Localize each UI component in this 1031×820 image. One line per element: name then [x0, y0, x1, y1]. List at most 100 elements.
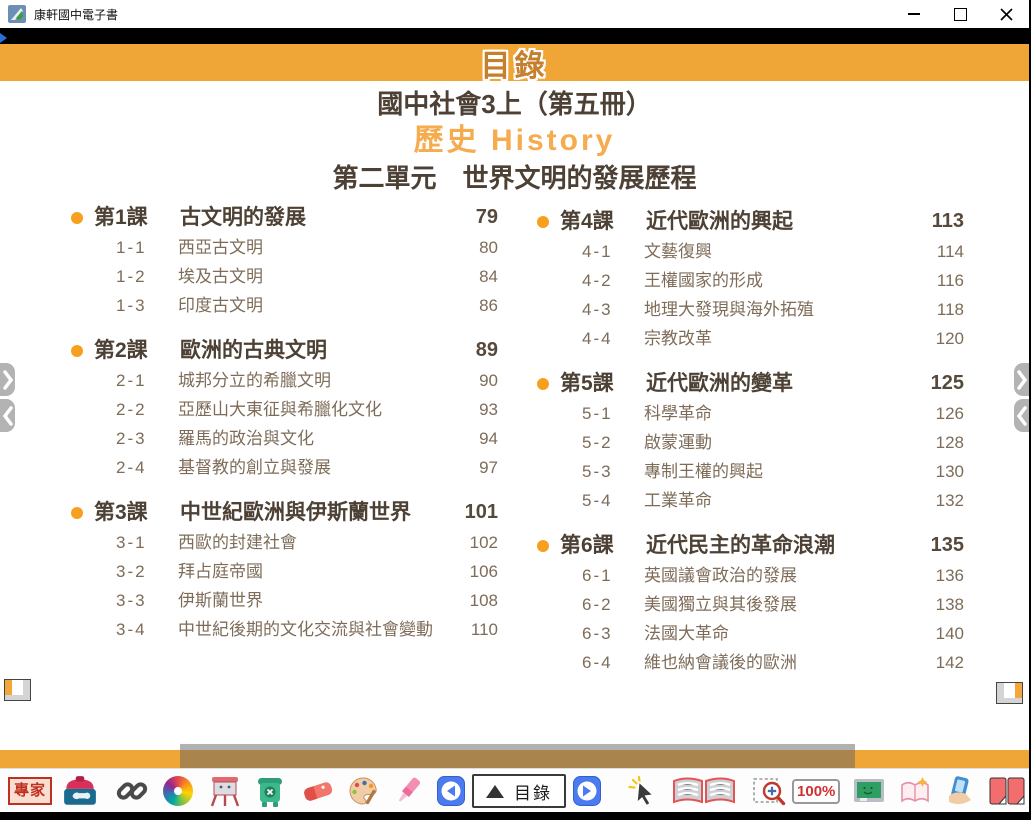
toc-sub-row[interactable]: 3-2拜占庭帝國106: [64, 560, 498, 583]
edge-marker: [0, 33, 7, 43]
toc-lesson-row[interactable]: 第5課近代歐洲的變革125: [530, 370, 964, 397]
toc-sub-row[interactable]: 5-4工業革命132: [530, 489, 964, 512]
sub-section-title: 美國獨立與其後發展: [644, 593, 914, 616]
toc-sub-row[interactable]: 1-2埃及古文明84: [64, 265, 498, 288]
sub-page-number: 84: [448, 265, 498, 288]
toc-sub-row[interactable]: 6-2美國獨立與其後發展138: [530, 593, 964, 616]
toc-sub-row[interactable]: 2-2亞歷山大東征與希臘化文化93: [64, 398, 498, 421]
hand-card-icon[interactable]: [942, 775, 978, 807]
sub-section-number: 6-3: [582, 622, 644, 645]
sub-section-title: 科學革命: [644, 402, 914, 425]
toc-sub-row[interactable]: 6-1英國議會政治的發展136: [530, 564, 964, 587]
sub-section-title: 維也納會議後的歐洲: [644, 651, 914, 674]
sub-page-number: 94: [448, 427, 498, 450]
toc-sub-row[interactable]: 6-3法國大革命140: [530, 622, 964, 645]
toc-lesson-row[interactable]: 第2課歐洲的古典文明89: [64, 337, 498, 364]
zoom-select-icon[interactable]: [750, 774, 788, 808]
lesson-label: 第5課: [560, 370, 646, 397]
color-wheel-icon[interactable]: [160, 776, 196, 806]
toc-banner: 目錄: [0, 44, 1029, 81]
toolbox-icon[interactable]: [60, 775, 100, 807]
notebook-icon[interactable]: [896, 776, 934, 806]
left-edge-next-button[interactable]: [0, 363, 15, 396]
toc-sub-row[interactable]: 2-3羅馬的政治與文化94: [64, 427, 498, 450]
toc-lesson-row[interactable]: 第3課中世紀歐洲與伊斯蘭世界101: [64, 499, 498, 526]
toc-sub-row[interactable]: 3-1西歐的封建社會102: [64, 531, 498, 554]
pointer-icon[interactable]: [624, 774, 662, 808]
sub-page-number: 86: [448, 294, 498, 317]
palette-icon[interactable]: [344, 775, 382, 807]
toc-sub-row[interactable]: 4-1文藝復興114: [530, 240, 964, 263]
right-edge-prev-button[interactable]: [1014, 399, 1029, 432]
lesson-bullet-icon: [537, 216, 549, 228]
corner-flip-left-icon[interactable]: [4, 679, 31, 706]
sub-section-number: 4-1: [582, 240, 644, 263]
trash-icon[interactable]: [252, 774, 288, 808]
toc-column: 第4課近代歐洲的興起113 4-1文藝復興114 4-2王權國家的形成116 4-3地…: [530, 208, 964, 694]
sub-section-number: 2-2: [116, 398, 178, 421]
page-selector-label: 目錄: [514, 779, 552, 804]
toc-sub-row[interactable]: 6-4維也納會議後的歐洲142: [530, 651, 964, 674]
sub-page-number: 126: [914, 402, 964, 425]
two-page-view-icon[interactable]: [986, 776, 1028, 806]
sub-section-title: 法國大革命: [644, 622, 914, 645]
toc-lesson-block: 第1課古文明的發展79 1-1西亞古文明80 1-2埃及古文明84 1-3印度古文明8…: [64, 204, 498, 317]
link-icon[interactable]: [114, 775, 150, 807]
toc-sub-row[interactable]: 5-1科學革命126: [530, 402, 964, 425]
titlebar-minimize-icon[interactable]: [891, 0, 937, 28]
sub-section-title: 地理大發現與海外拓殖: [644, 298, 914, 321]
sub-section-title: 英國議會政治的發展: [644, 564, 914, 587]
marker-icon[interactable]: [390, 775, 426, 807]
sub-section-number: 5-2: [582, 431, 644, 454]
toc-sub-row[interactable]: 5-3專制王權的興起130: [530, 460, 964, 483]
sub-section-number: 4-2: [582, 269, 644, 292]
lesson-page-number: 125: [914, 370, 964, 397]
chalkboard-icon[interactable]: [850, 776, 888, 806]
sub-section-number: 2-4: [116, 456, 178, 479]
lesson-label: 第2課: [94, 337, 180, 364]
toc-sub-row[interactable]: 4-2王權國家的形成116: [530, 269, 964, 292]
selector-up-triangle-icon: [486, 785, 504, 798]
toc-lesson-row[interactable]: 第1課古文明的發展79: [64, 204, 498, 231]
open-book-icon[interactable]: [668, 775, 740, 807]
toc-sub-row[interactable]: 4-3地理大發現與海外拓殖118: [530, 298, 964, 321]
page-selector[interactable]: 目錄: [472, 774, 566, 808]
zoom-level-indicator[interactable]: 100%: [792, 779, 840, 804]
scrollbar-thumb[interactable]: [180, 744, 855, 768]
titlebar-close-icon[interactable]: [983, 0, 1029, 28]
titlebar-maximize-icon[interactable]: [937, 0, 983, 28]
next-page-button[interactable]: [572, 776, 602, 806]
toc-sub-row[interactable]: 3-3伊斯蘭世界108: [64, 589, 498, 612]
lesson-bullet-icon: [71, 345, 83, 357]
sub-section-title: 羅馬的政治與文化: [178, 427, 448, 450]
lesson-bullet-icon: [71, 212, 83, 224]
toc-sub-row[interactable]: 2-4基督教的創立與發展97: [64, 456, 498, 479]
right-edge-next-button[interactable]: [1014, 363, 1029, 396]
sub-page-number: 130: [914, 460, 964, 483]
toc-sub-row[interactable]: 4-4宗教改革120: [530, 327, 964, 350]
left-edge-prev-button[interactable]: [0, 399, 15, 432]
sub-page-number: 132: [914, 489, 964, 512]
sub-page-number: 90: [448, 369, 498, 392]
lesson-page-number: 135: [914, 532, 964, 559]
toc-sub-row[interactable]: 1-3印度古文明86: [64, 294, 498, 317]
toc-sub-row[interactable]: 3-4中世紀後期的文化交流與社會變動110: [64, 618, 498, 641]
lesson-page-number: 113: [914, 208, 964, 235]
toc-sub-row[interactable]: 5-2啟蒙運動128: [530, 431, 964, 454]
expert-mode-button-left[interactable]: 專家: [8, 777, 52, 805]
toc-sub-row[interactable]: 2-1城邦分立的希臘文明90: [64, 369, 498, 392]
corner-flip-right-icon[interactable]: [996, 682, 1023, 709]
lesson-title: 古文明的發展: [180, 204, 448, 231]
toc-lesson-row[interactable]: 第4課近代歐洲的興起113: [530, 208, 964, 235]
toc-lesson-row[interactable]: 第6課近代民主的革命浪潮135: [530, 532, 964, 559]
toc-sub-row[interactable]: 1-1西亞古文明80: [64, 236, 498, 259]
bottom-toolbar: 專家: [0, 768, 1029, 813]
sub-page-number: 136: [914, 564, 964, 587]
toc-banner-title: 目錄: [481, 41, 549, 85]
window-title: 康軒國中電子書: [34, 6, 118, 23]
eraser-icon[interactable]: [298, 776, 338, 806]
prev-page-button[interactable]: [436, 776, 466, 806]
easel-icon[interactable]: [206, 775, 244, 807]
subject-title: 歷史 History: [0, 122, 1029, 160]
sub-page-number: 128: [914, 431, 964, 454]
